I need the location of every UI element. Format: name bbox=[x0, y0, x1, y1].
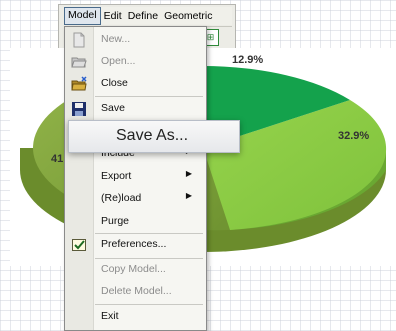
menu-define[interactable]: Define bbox=[125, 8, 161, 24]
menu-item-label: Save bbox=[101, 102, 125, 114]
menu-item-copy-model[interactable]: Copy Model... bbox=[65, 259, 206, 281]
checkbox-icon bbox=[72, 239, 86, 251]
menu-item-label: Save As... bbox=[116, 127, 189, 144]
menu-item-label: Close bbox=[101, 77, 128, 89]
menu-item-label: Preferences... bbox=[101, 238, 167, 250]
slice-label-dark-green: 12.9% bbox=[232, 54, 264, 66]
new-file-icon bbox=[73, 32, 85, 48]
menu-item-label: Open... bbox=[101, 55, 136, 67]
menu-item-export[interactable]: Export ▶ bbox=[65, 166, 206, 188]
menu-separator bbox=[95, 304, 203, 305]
open-folder-icon bbox=[71, 57, 87, 68]
menu-item-purge[interactable]: Purge bbox=[65, 211, 206, 233]
menu-item-delete-model[interactable]: Delete Model... bbox=[65, 281, 206, 303]
menu-item-new[interactable]: New... bbox=[65, 29, 206, 51]
menu-item-label: Export bbox=[101, 170, 132, 182]
menu-geometric[interactable]: Geometric bbox=[161, 8, 215, 24]
menu-item-label: (Re)load bbox=[101, 192, 142, 204]
menu-item-save-as[interactable]: Save As... bbox=[68, 120, 240, 153]
menu-separator bbox=[95, 96, 203, 97]
menu-item-label: Purge bbox=[101, 215, 130, 227]
submenu-arrow-icon: ▶ bbox=[185, 191, 192, 200]
slice-label-light-green: 32.9% bbox=[338, 130, 370, 142]
menu-item-reload[interactable]: (Re)load ▶ bbox=[65, 188, 206, 210]
menu-bar: Model Edit Define Geometric bbox=[64, 7, 232, 25]
menu-model[interactable]: Model bbox=[64, 7, 101, 25]
menu-item-label: Exit bbox=[101, 310, 119, 322]
close-folder-icon bbox=[71, 76, 87, 91]
menu-item-close[interactable]: Close bbox=[65, 73, 206, 95]
menu-item-preferences[interactable]: Preferences... bbox=[65, 234, 206, 256]
menu-item-label: Delete Model... bbox=[101, 285, 172, 297]
menu-edit[interactable]: Edit bbox=[101, 8, 125, 24]
menu-item-exit[interactable]: Exit bbox=[65, 306, 206, 328]
submenu-arrow-icon: ▶ bbox=[185, 169, 192, 178]
menu-item-label: Copy Model... bbox=[101, 263, 166, 275]
menu-item-label: New... bbox=[101, 33, 131, 45]
menu-item-open[interactable]: Open... bbox=[65, 51, 206, 73]
floppy-disk-icon bbox=[72, 102, 86, 116]
menu-item-save[interactable]: Save bbox=[65, 98, 206, 120]
model-dropdown-menu: New... Open... Close Save Include ▶ Expo… bbox=[64, 26, 207, 331]
slice-label-olive: 41 bbox=[51, 153, 64, 165]
